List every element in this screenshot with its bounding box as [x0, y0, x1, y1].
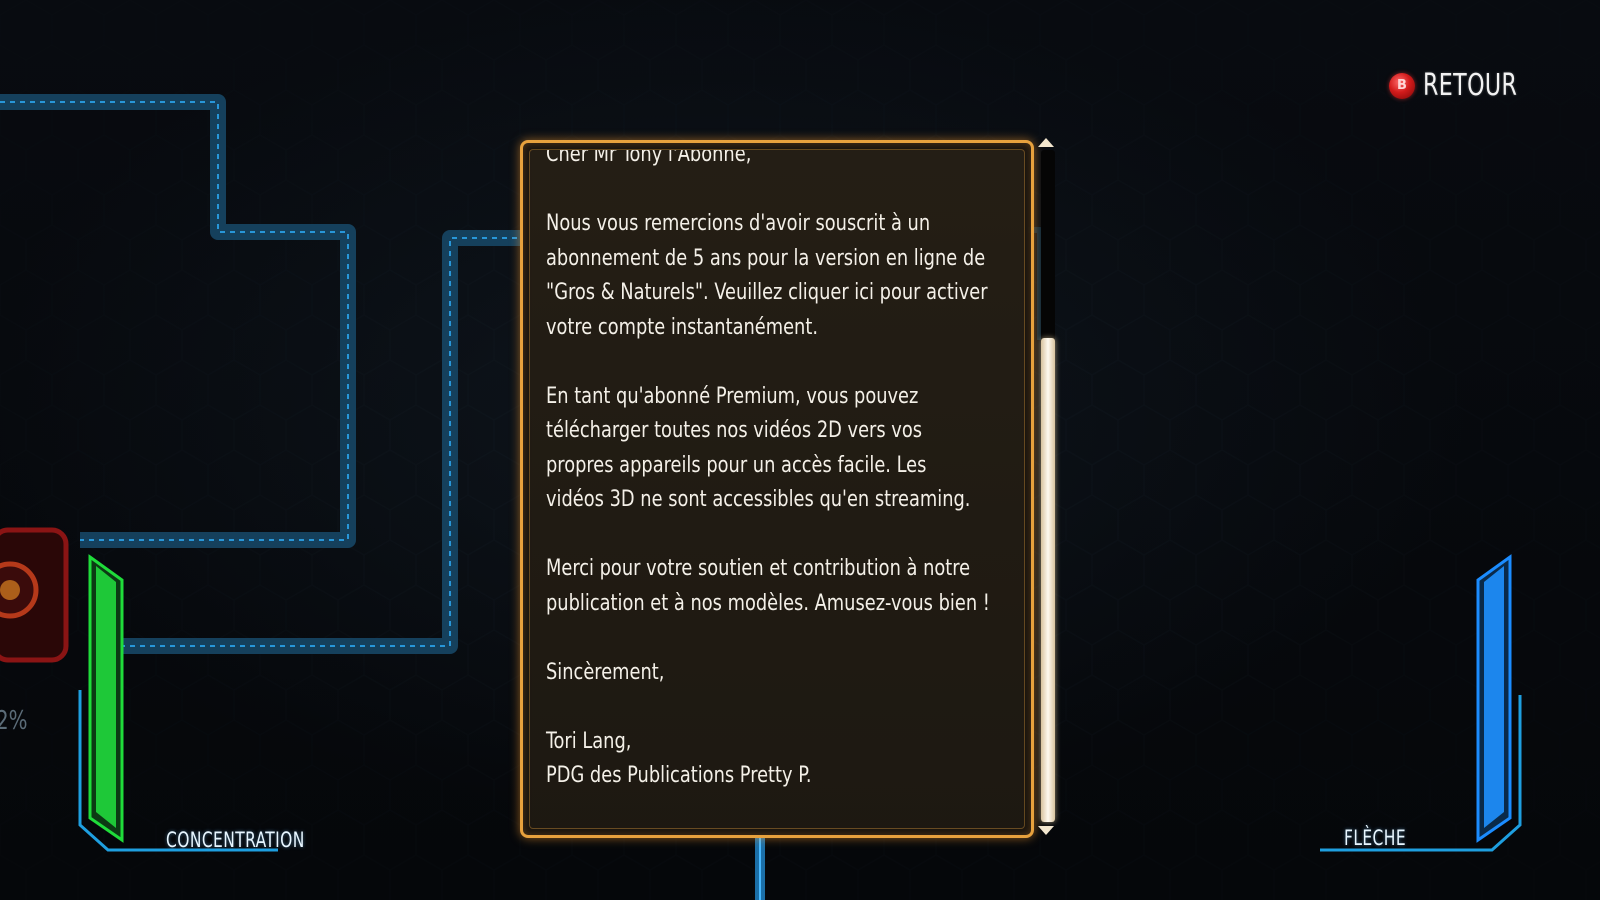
- game-screen: 2% B RETOUR Cher Mr Tony l'Abonné, Nous …: [0, 0, 1600, 900]
- red-ring-icon: [0, 527, 69, 663]
- partial-percent-text: 2%: [0, 706, 28, 736]
- scroll-up-arrow-icon[interactable]: [1038, 138, 1054, 147]
- fleche-label: FLÈCHE: [1344, 826, 1407, 850]
- message-panel[interactable]: Cher Mr Tony l'Abonné, Nous vous remerci…: [520, 140, 1034, 838]
- fleche-gauge: [1320, 554, 1522, 852]
- b-button-icon: B: [1388, 72, 1415, 99]
- back-button[interactable]: B RETOUR: [1388, 68, 1538, 103]
- back-button-label: RETOUR: [1422, 68, 1518, 103]
- concentration-gauge: [78, 554, 278, 852]
- scrollbar-thumb[interactable]: [1041, 338, 1055, 822]
- message-body-text: Cher Mr Tony l'Abonné, Nous vous remerci…: [546, 149, 990, 788]
- scrollbar-track[interactable]: [1041, 150, 1055, 822]
- concentration-label: CONCENTRATION: [166, 828, 305, 852]
- message-content-area: Cher Mr Tony l'Abonné, Nous vous remerci…: [529, 149, 1025, 829]
- scroll-down-arrow-icon[interactable]: [1038, 826, 1054, 835]
